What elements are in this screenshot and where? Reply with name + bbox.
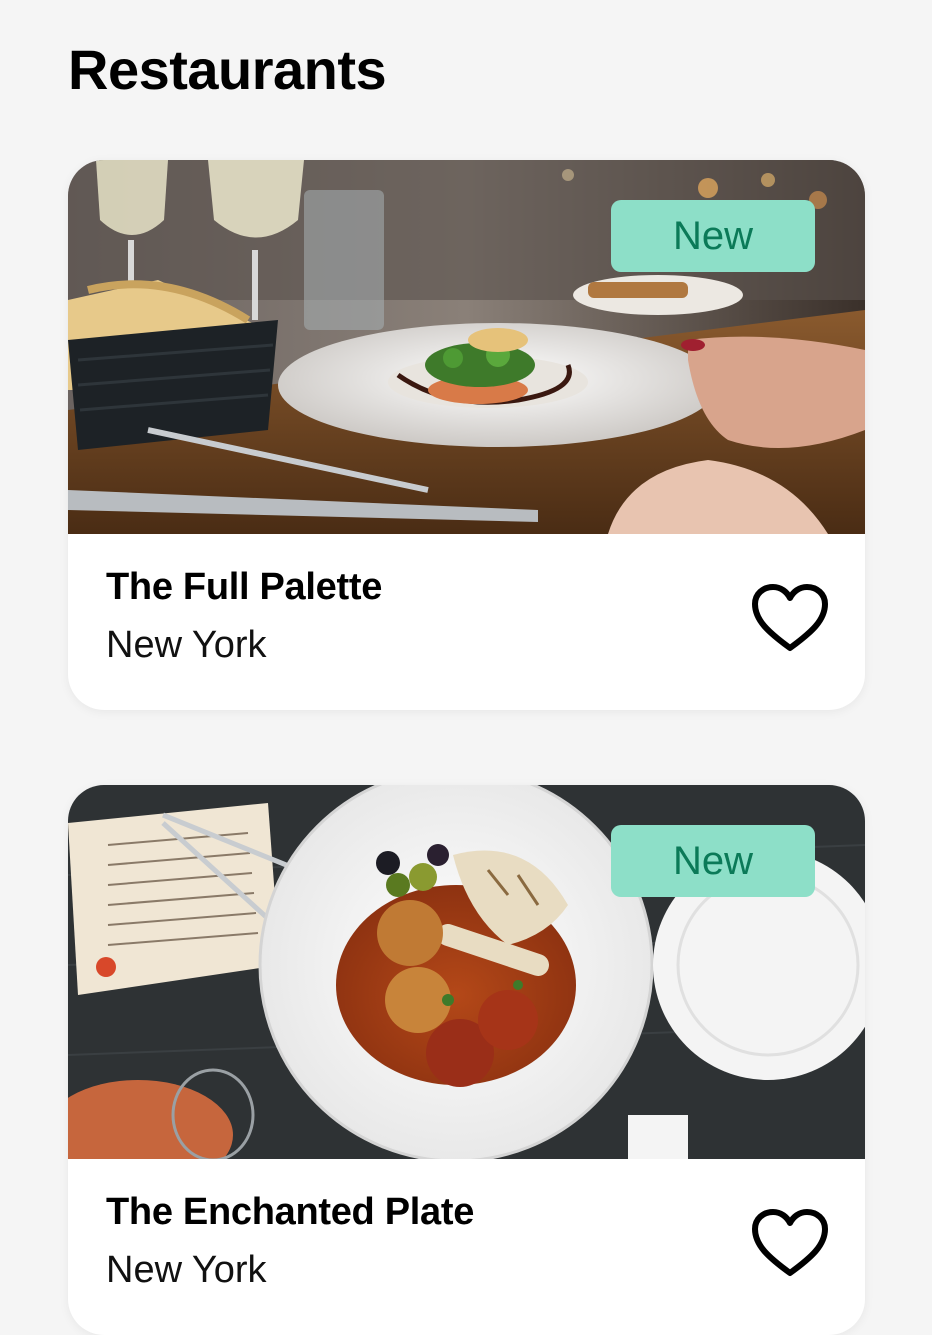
new-badge: New <box>611 825 815 897</box>
restaurant-name: The Full Palette <box>106 566 383 608</box>
restaurant-card-the-full-palette[interactable]: New The Full Palette New York <box>68 160 865 710</box>
restaurant-photo: New <box>68 785 865 1159</box>
restaurant-city: New York <box>106 624 267 666</box>
restaurant-city: New York <box>106 1249 267 1291</box>
page-title: Restaurants <box>68 38 387 101</box>
restaurant-photo: New <box>68 160 865 534</box>
new-badge: New <box>611 200 815 272</box>
favorite-button[interactable] <box>750 582 830 654</box>
restaurant-card-the-enchanted-plate[interactable]: New The Enchanted Plate New York <box>68 785 865 1335</box>
heart-outline-icon <box>752 584 828 651</box>
restaurant-name: The Enchanted Plate <box>106 1191 475 1233</box>
heart-outline-icon <box>752 1209 828 1276</box>
favorite-button[interactable] <box>750 1207 830 1279</box>
